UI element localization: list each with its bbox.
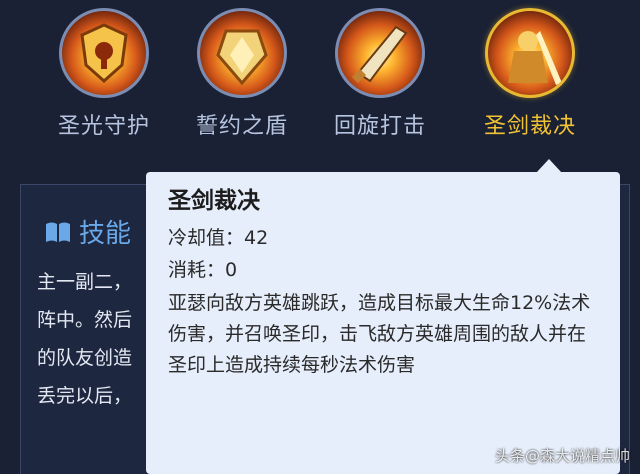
panel-title: 技能: [79, 219, 132, 249]
skill-label: 圣剑裁决: [483, 114, 576, 139]
skill-tooltip: 圣剑裁决 冷却值：42 消耗：0 亚瑟向敌方英雄跳跃，造成目标最大生命12%法术…: [146, 159, 620, 474]
oath-shield-icon: [197, 8, 287, 98]
skill-spinning-strike[interactable]: 回旋打击: [320, 8, 440, 140]
skill-holy-guard[interactable]: 圣光守护: [44, 8, 164, 140]
skill-oath-shield[interactable]: 誓约之盾: [182, 8, 302, 140]
holy-sword-icon: [485, 8, 575, 98]
skill-label: 圣光守护: [57, 114, 150, 139]
skill-label: 回旋打击: [333, 114, 426, 139]
spinning-strike-icon: [335, 8, 425, 98]
tooltip-cooldown: 冷却值：42: [168, 227, 269, 249]
tooltip-cost: 消耗：0: [168, 259, 238, 281]
tooltip-title: 圣剑裁决: [168, 188, 260, 214]
holy-shield-icon: [59, 8, 149, 98]
skill-bar: 圣光守护 誓约之盾 回旋打击 圣剑裁决: [0, 0, 640, 160]
tooltip-arrow: [536, 159, 562, 173]
book-icon: [45, 221, 71, 243]
skill-holy-sword-judgment[interactable]: 圣剑裁决: [470, 8, 590, 140]
tooltip-description: 亚瑟向敌方英雄跳跃，造成目标最大生命12%法术伤害，并召唤圣印，击飞敌方英雄周围…: [168, 292, 591, 376]
skill-label: 誓约之盾: [195, 114, 288, 139]
panel-header: 技能: [45, 213, 131, 250]
watermark: 头条@森大说精点帅: [494, 447, 630, 465]
